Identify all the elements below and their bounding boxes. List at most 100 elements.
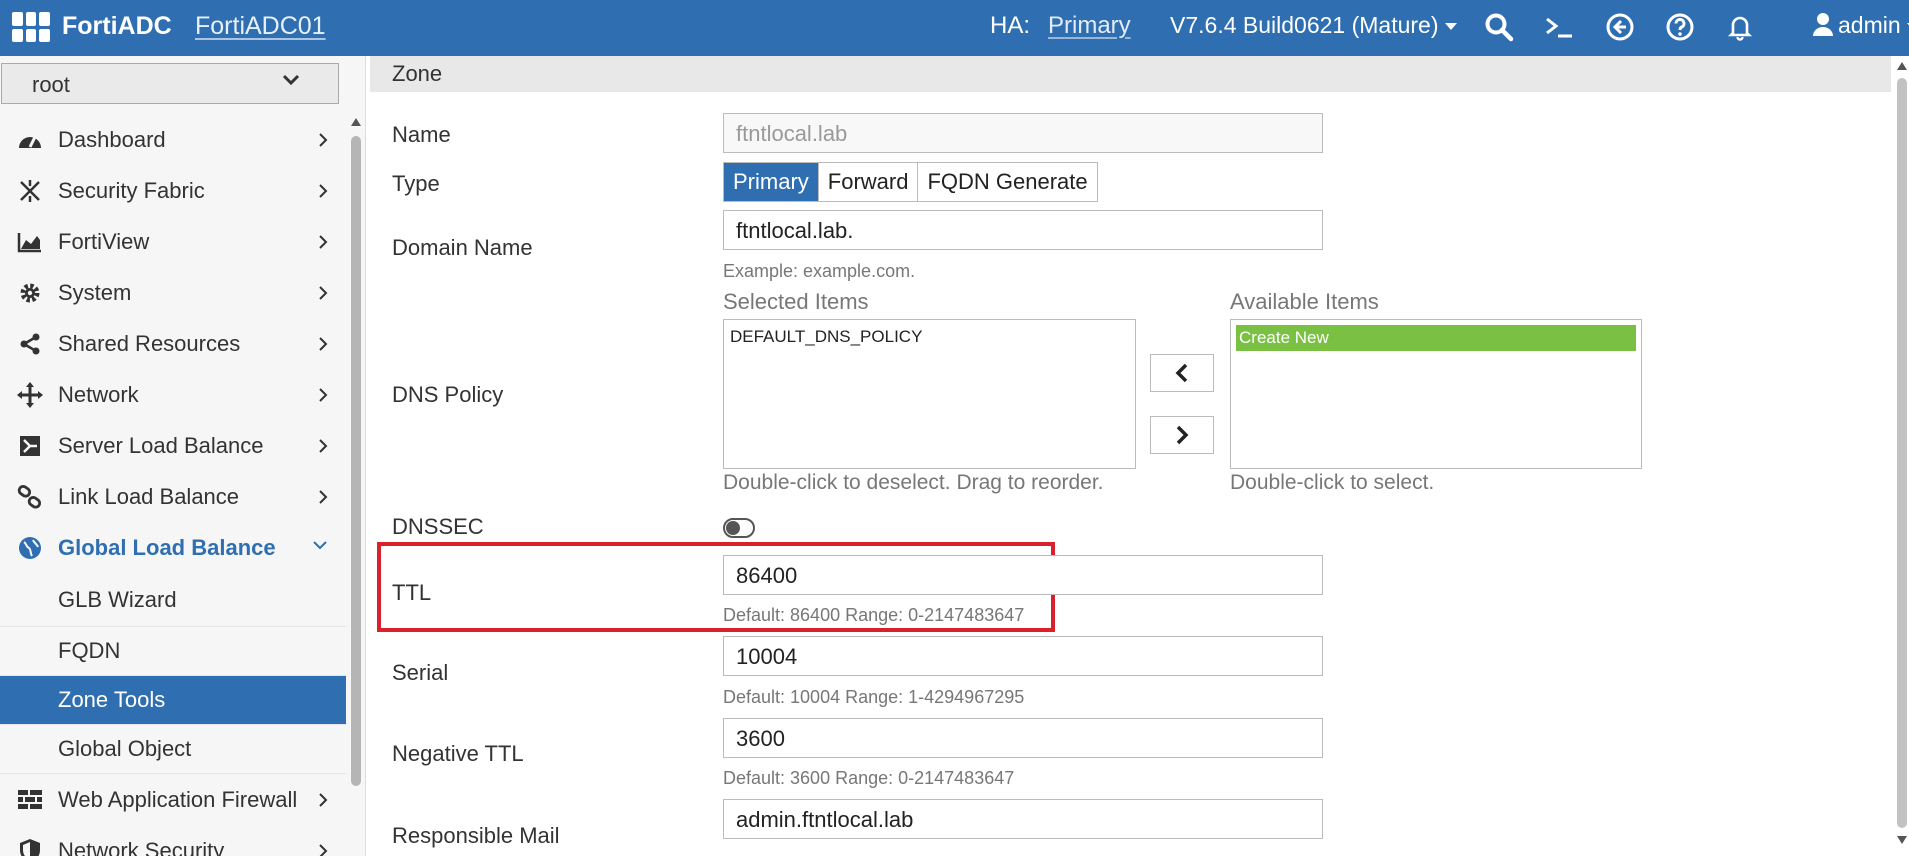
sidebar-item-global-load-balance[interactable]: Global Load Balance [0, 522, 346, 573]
type-option-primary[interactable]: Primary [724, 163, 819, 201]
available-item-create-new[interactable]: Create New [1236, 325, 1636, 351]
sidebar-item-security-fabric[interactable]: Security Fabric [0, 165, 346, 216]
user-icon [1813, 13, 1833, 36]
selected-items-title: Selected Items [723, 289, 869, 314]
top-bar: FortiADC FortiADC01 HA: Primary V7.6.4 B… [0, 0, 1909, 56]
network-icon [16, 381, 44, 409]
chevron-right-icon [1176, 425, 1189, 445]
sidebar: root Dashboard Security Fabric FortiView… [0, 56, 366, 856]
available-items-list[interactable]: Create New [1230, 319, 1642, 469]
sidebar-scroll-thumb[interactable] [351, 136, 361, 786]
version-text: V7.6.4 Build0621 (Mature) [1170, 12, 1439, 38]
user-name: admin [1838, 12, 1901, 38]
sidebar-item-link-load-balance[interactable]: Link Load Balance [0, 471, 346, 522]
bell-icon[interactable] [1725, 12, 1755, 42]
sidebar-scrollbar[interactable] [349, 116, 363, 856]
sidebar-item-label: Shared Resources [58, 330, 241, 356]
search-icon[interactable] [1484, 12, 1514, 42]
shield-icon [16, 837, 44, 856]
chevron-right-icon [319, 133, 328, 147]
main-scrollbar[interactable] [1895, 56, 1909, 856]
sidebar-sub-zone-tools[interactable]: Zone Tools [0, 676, 346, 725]
sidebar-nav: Dashboard Security Fabric FortiView Syst… [0, 114, 346, 856]
share-icon [16, 330, 44, 358]
sidebar-item-label: Dashboard [58, 126, 166, 152]
main-scroll-thumb[interactable] [1897, 78, 1907, 828]
dns-policy-label: DNS Policy [392, 382, 504, 407]
serial-label: Serial [392, 660, 449, 685]
domain-name-label: Domain Name [392, 235, 533, 260]
responsible-mail-label: Responsible Mail [392, 823, 560, 848]
chevron-right-icon [319, 235, 328, 249]
sidebar-item-network[interactable]: Network [0, 369, 346, 420]
sidebar-item-label: Server Load Balance [58, 432, 264, 458]
negative-ttl-label: Negative TTL [392, 741, 524, 766]
sidebar-sub-global-object[interactable]: Global Object [0, 725, 346, 774]
sidebar-item-system[interactable]: System [0, 267, 346, 318]
sidebar-item-shared-resources[interactable]: Shared Resources [0, 318, 346, 369]
negative-ttl-input[interactable]: 3600 [723, 718, 1323, 758]
dnssec-toggle[interactable] [723, 518, 755, 538]
selected-items-list[interactable]: DEFAULT_DNS_POLICY [723, 319, 1136, 469]
type-option-fqdn-generate[interactable]: FQDN Generate [918, 163, 1097, 201]
dnssec-label: DNSSEC [392, 514, 484, 539]
sidebar-item-server-load-balance[interactable]: Server Load Balance [0, 420, 346, 471]
name-label: Name [392, 122, 451, 147]
chevron-right-icon [319, 388, 328, 402]
chevron-right-icon [319, 844, 328, 856]
back-circle-icon[interactable] [1605, 12, 1635, 42]
scroll-up-arrow-icon[interactable] [351, 118, 361, 126]
sidebar-sub-fqdn[interactable]: FQDN [0, 627, 346, 676]
type-label: Type [392, 171, 440, 196]
device-name-link[interactable]: FortiADC01 [195, 12, 326, 41]
selected-items-hint: Double-click to deselect. Drag to reorde… [723, 471, 1104, 494]
sidebar-item-web-application-firewall[interactable]: Web Application Firewall [0, 774, 346, 825]
sidebar-item-label: Network [58, 381, 139, 407]
sidebar-item-label: FortiView [58, 228, 150, 254]
ttl-hint: Default: 86400 Range: 0-2147483647 [723, 605, 1025, 625]
firewall-icon [16, 786, 44, 814]
type-option-forward[interactable]: Forward [818, 163, 919, 201]
chevron-left-icon [1175, 363, 1188, 383]
scroll-up-arrow-icon[interactable] [1897, 62, 1907, 70]
serial-input[interactable]: 10004 [723, 636, 1323, 676]
available-items-hint: Double-click to select. [1230, 471, 1435, 494]
help-icon[interactable] [1665, 12, 1695, 42]
chevron-right-icon [319, 793, 328, 807]
security-fabric-icon [16, 177, 44, 205]
sidebar-item-network-security[interactable]: Network Security [0, 825, 346, 856]
sidebar-item-label: Web Application Firewall [58, 786, 298, 812]
link-icon [16, 483, 44, 511]
caret-down-icon [1444, 23, 1457, 31]
scroll-down-arrow-icon[interactable] [1897, 836, 1907, 844]
sidebar-sub-glb-wizard[interactable]: GLB Wizard [0, 573, 346, 627]
gear-icon [16, 279, 44, 307]
domain-name-input[interactable]: ftntlocal.lab. [723, 210, 1323, 250]
section-header: Zone [370, 56, 1891, 92]
type-segmented-control: Primary Forward FQDN Generate [723, 162, 1098, 202]
dashboard-icon [16, 126, 44, 154]
move-left-button[interactable] [1150, 354, 1214, 392]
sidebar-item-dashboard[interactable]: Dashboard [0, 114, 346, 165]
ttl-input[interactable]: 86400 [723, 555, 1323, 595]
move-right-button[interactable] [1150, 416, 1214, 454]
sidebar-item-fortiview[interactable]: FortiView [0, 216, 346, 267]
toggle-knob [726, 521, 740, 535]
version-dropdown[interactable]: V7.6.4 Build0621 (Mature) [1170, 12, 1457, 39]
responsible-mail-input[interactable]: admin.ftntlocal.lab [723, 799, 1323, 839]
ttl-label: TTL [392, 580, 432, 605]
domain-name-hint: Example: example.com. [723, 261, 916, 281]
sidebar-item-label: Link Load Balance [58, 483, 240, 509]
sidebar-item-label: Network Security [58, 837, 225, 856]
chevron-right-icon [319, 184, 328, 198]
vdom-value: root [32, 72, 70, 97]
selected-item[interactable]: DEFAULT_DNS_POLICY [729, 325, 1130, 349]
user-menu[interactable]: admin [1812, 12, 1909, 39]
vdom-select[interactable]: root [1, 63, 339, 104]
ha-status-link[interactable]: Primary [1048, 12, 1131, 40]
app-grid-icon[interactable] [12, 12, 50, 42]
cli-console-icon[interactable] [1544, 12, 1574, 42]
name-input[interactable]: ftntlocal.lab [723, 113, 1323, 153]
chevron-right-icon [319, 439, 328, 453]
chevron-right-icon [319, 490, 328, 504]
